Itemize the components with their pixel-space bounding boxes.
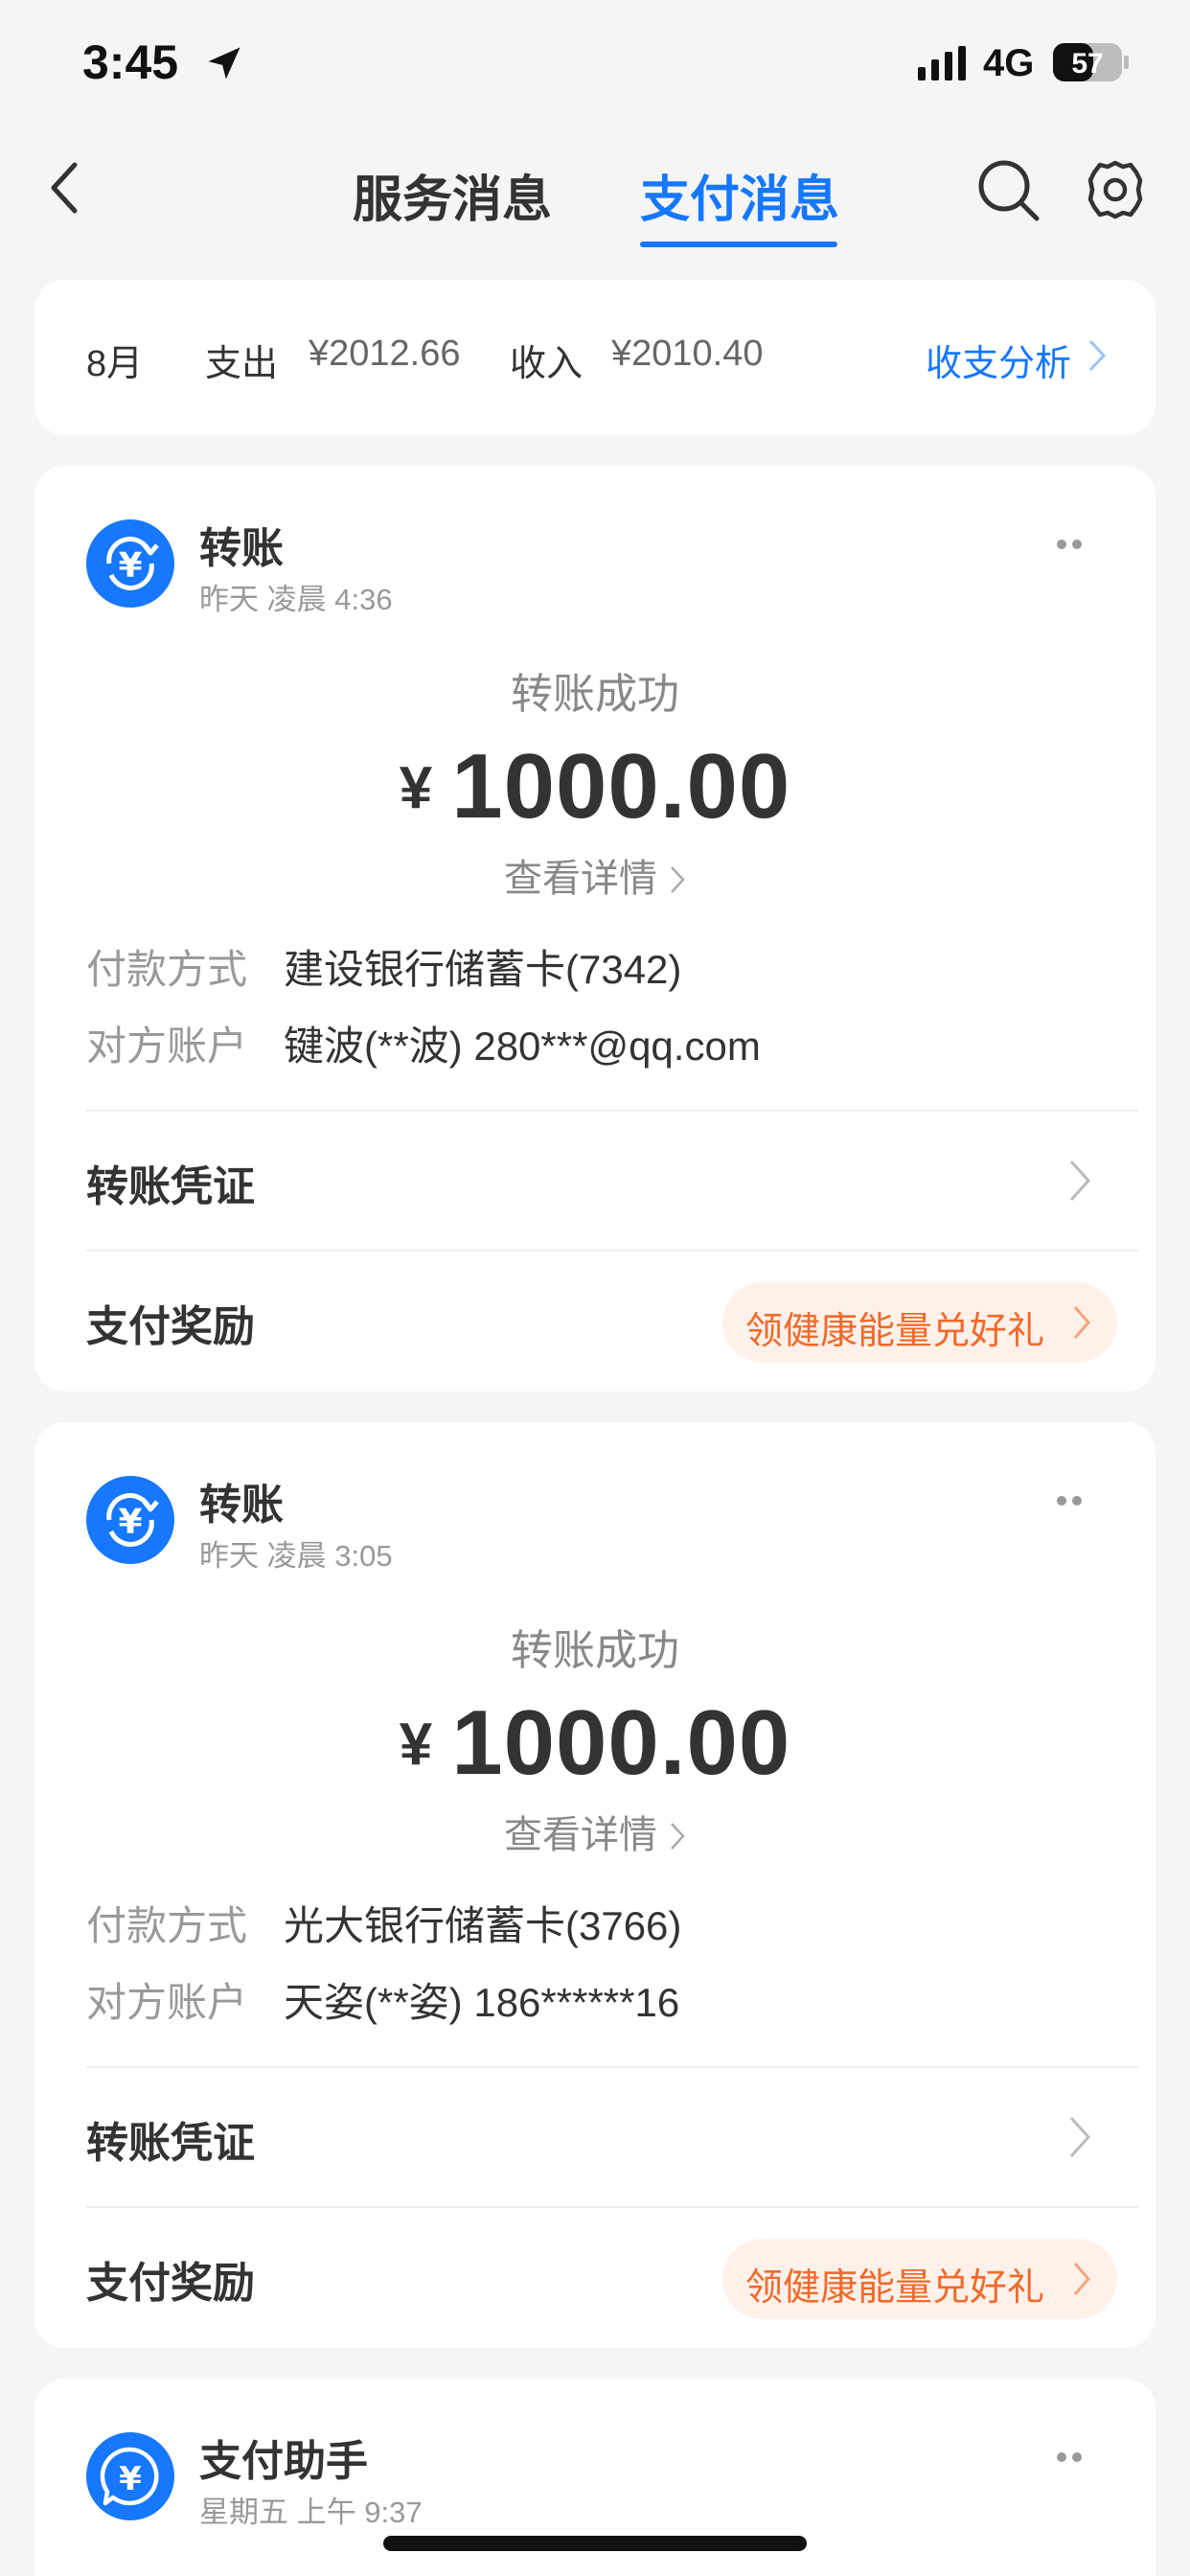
tab-payment-messages[interactable]: 支付消息 <box>640 159 839 231</box>
transfer-voucher-item[interactable]: 转账凭证 <box>86 2108 255 2170</box>
payment-method-value: 光大银行储蓄卡(3766) <box>284 1903 682 1948</box>
counterparty-row: 对方账户 天姿(**姿) 186******16 <box>86 1970 679 2029</box>
back-icon[interactable] <box>42 157 90 218</box>
svg-text:¥: ¥ <box>118 546 142 586</box>
expense-value: ¥2012.66 <box>309 334 461 374</box>
card-title: 转账 <box>199 1482 284 1529</box>
transfer-status: 转账成功 <box>511 1627 679 1674</box>
currency-symbol: ¥ <box>399 1712 433 1778</box>
svg-text:¥: ¥ <box>118 1503 142 1542</box>
reward-pill-label: 领健康能量兑好礼 <box>745 1311 1045 1352</box>
chevron-right-icon[interactable] <box>1067 2114 1092 2160</box>
divider <box>86 2066 1138 2068</box>
transfer-amount: ¥1000.00 <box>34 1690 1156 1796</box>
signal-icon <box>918 46 966 80</box>
payment-assistant-icon: ¥ <box>86 2432 174 2520</box>
transfer-app-icon: ¥ <box>86 1476 174 1564</box>
status-bar: 3:45 4G 57 <box>0 0 1190 128</box>
reward-pill-button[interactable]: 领健康能量兑好礼 <box>722 2239 1117 2319</box>
amount-value: 1000.00 <box>451 1691 791 1794</box>
reward-pill-button[interactable]: 领健康能量兑好礼 <box>722 1282 1117 1363</box>
chevron-right-icon <box>1073 1306 1090 1339</box>
transfer-amount: ¥1000.00 <box>34 734 1156 840</box>
chevron-right-icon <box>671 866 685 893</box>
nav-bar: 服务消息 支付消息 <box>0 128 1190 253</box>
analysis-link[interactable]: 收支分析 <box>926 334 1071 386</box>
card-title: 转账 <box>199 525 284 572</box>
view-details-label: 查看详情 <box>504 1814 657 1856</box>
divider <box>86 1250 1138 1252</box>
tab-service-messages[interactable]: 服务消息 <box>353 159 552 231</box>
amount-value: 1000.00 <box>451 735 791 838</box>
expense-label: 支出 <box>205 344 279 384</box>
payment-method-value: 建设银行储蓄卡(7342) <box>284 947 682 992</box>
card-timestamp: 星期五 上午 9:37 <box>199 2496 423 2529</box>
view-details-label: 查看详情 <box>504 858 657 900</box>
transfer-voucher-item[interactable]: 转账凭证 <box>86 1152 255 1213</box>
location-arrow-icon <box>208 47 240 80</box>
payment-method-label: 付款方式 <box>86 1903 248 1948</box>
transfer-message-card: ¥ 转账 昨天 凌晨 3:05 转账成功 ¥1000.00 查看详情 付款方式光… <box>34 1422 1156 2348</box>
reward-pill-label: 领健康能量兑好礼 <box>745 2267 1045 2309</box>
chevron-right-icon[interactable] <box>1067 1158 1092 1204</box>
chevron-right-icon <box>1088 339 1107 372</box>
search-icon[interactable] <box>975 157 1042 224</box>
divider <box>86 1110 1138 1112</box>
counterparty-value: 键波(**波) 280***@qq.com <box>284 1024 761 1069</box>
counterparty-value: 天姿(**姿) 186******16 <box>284 1980 680 2025</box>
view-details-link[interactable]: 查看详情 <box>34 1804 1156 1859</box>
home-indicator[interactable] <box>383 2536 807 2551</box>
card-timestamp: 昨天 凌晨 4:36 <box>199 583 393 616</box>
payment-method-row: 付款方式 光大银行储蓄卡(3766) <box>86 1894 681 1952</box>
monthly-summary-card: 8月 支出 ¥2012.66 收入 ¥2010.40 收支分析 <box>34 280 1156 435</box>
income-value: ¥2010.40 <box>611 334 764 374</box>
payment-method-row: 付款方式 建设银行储蓄卡(7342) <box>86 937 681 996</box>
svg-text:¥: ¥ <box>119 2460 142 2498</box>
battery-level: 57 <box>1071 48 1103 80</box>
chevron-right-icon <box>1073 2263 1090 2295</box>
view-details-link[interactable]: 查看详情 <box>34 847 1156 903</box>
status-time: 3:45 <box>82 35 179 89</box>
chevron-right-icon <box>671 1823 685 1850</box>
transfer-message-card: ¥ 转账 昨天 凌晨 4:36 转账成功 ¥1000.00 查看详情 付款方式建… <box>34 466 1156 1392</box>
payment-reward-label: 支付奖励 <box>86 2260 255 2307</box>
active-tab-indicator <box>640 242 837 247</box>
counterparty-label: 对方账户 <box>86 1024 248 1069</box>
more-options-icon[interactable] <box>1046 533 1092 556</box>
gear-icon[interactable] <box>1083 157 1148 222</box>
income-label: 收入 <box>510 344 584 384</box>
card-timestamp: 昨天 凌晨 3:05 <box>199 1539 393 1573</box>
payment-method-label: 付款方式 <box>86 947 248 992</box>
more-options-icon[interactable] <box>1046 2446 1092 2469</box>
summary-month[interactable]: 8月 <box>86 334 143 386</box>
battery-icon: 57 <box>1053 43 1129 81</box>
transfer-status: 转账成功 <box>511 671 679 718</box>
transfer-app-icon: ¥ <box>86 519 174 608</box>
counterparty-label: 对方账户 <box>86 1980 248 2025</box>
card-title: 支付助手 <box>199 2438 368 2485</box>
counterparty-row: 对方账户 键波(**波) 280***@qq.com <box>86 1014 761 1072</box>
payment-reward-label: 支付奖励 <box>86 1303 255 1350</box>
network-label: 4G <box>983 42 1035 84</box>
divider <box>86 2206 1138 2208</box>
currency-symbol: ¥ <box>399 755 433 821</box>
more-options-icon[interactable] <box>1046 1489 1092 1512</box>
